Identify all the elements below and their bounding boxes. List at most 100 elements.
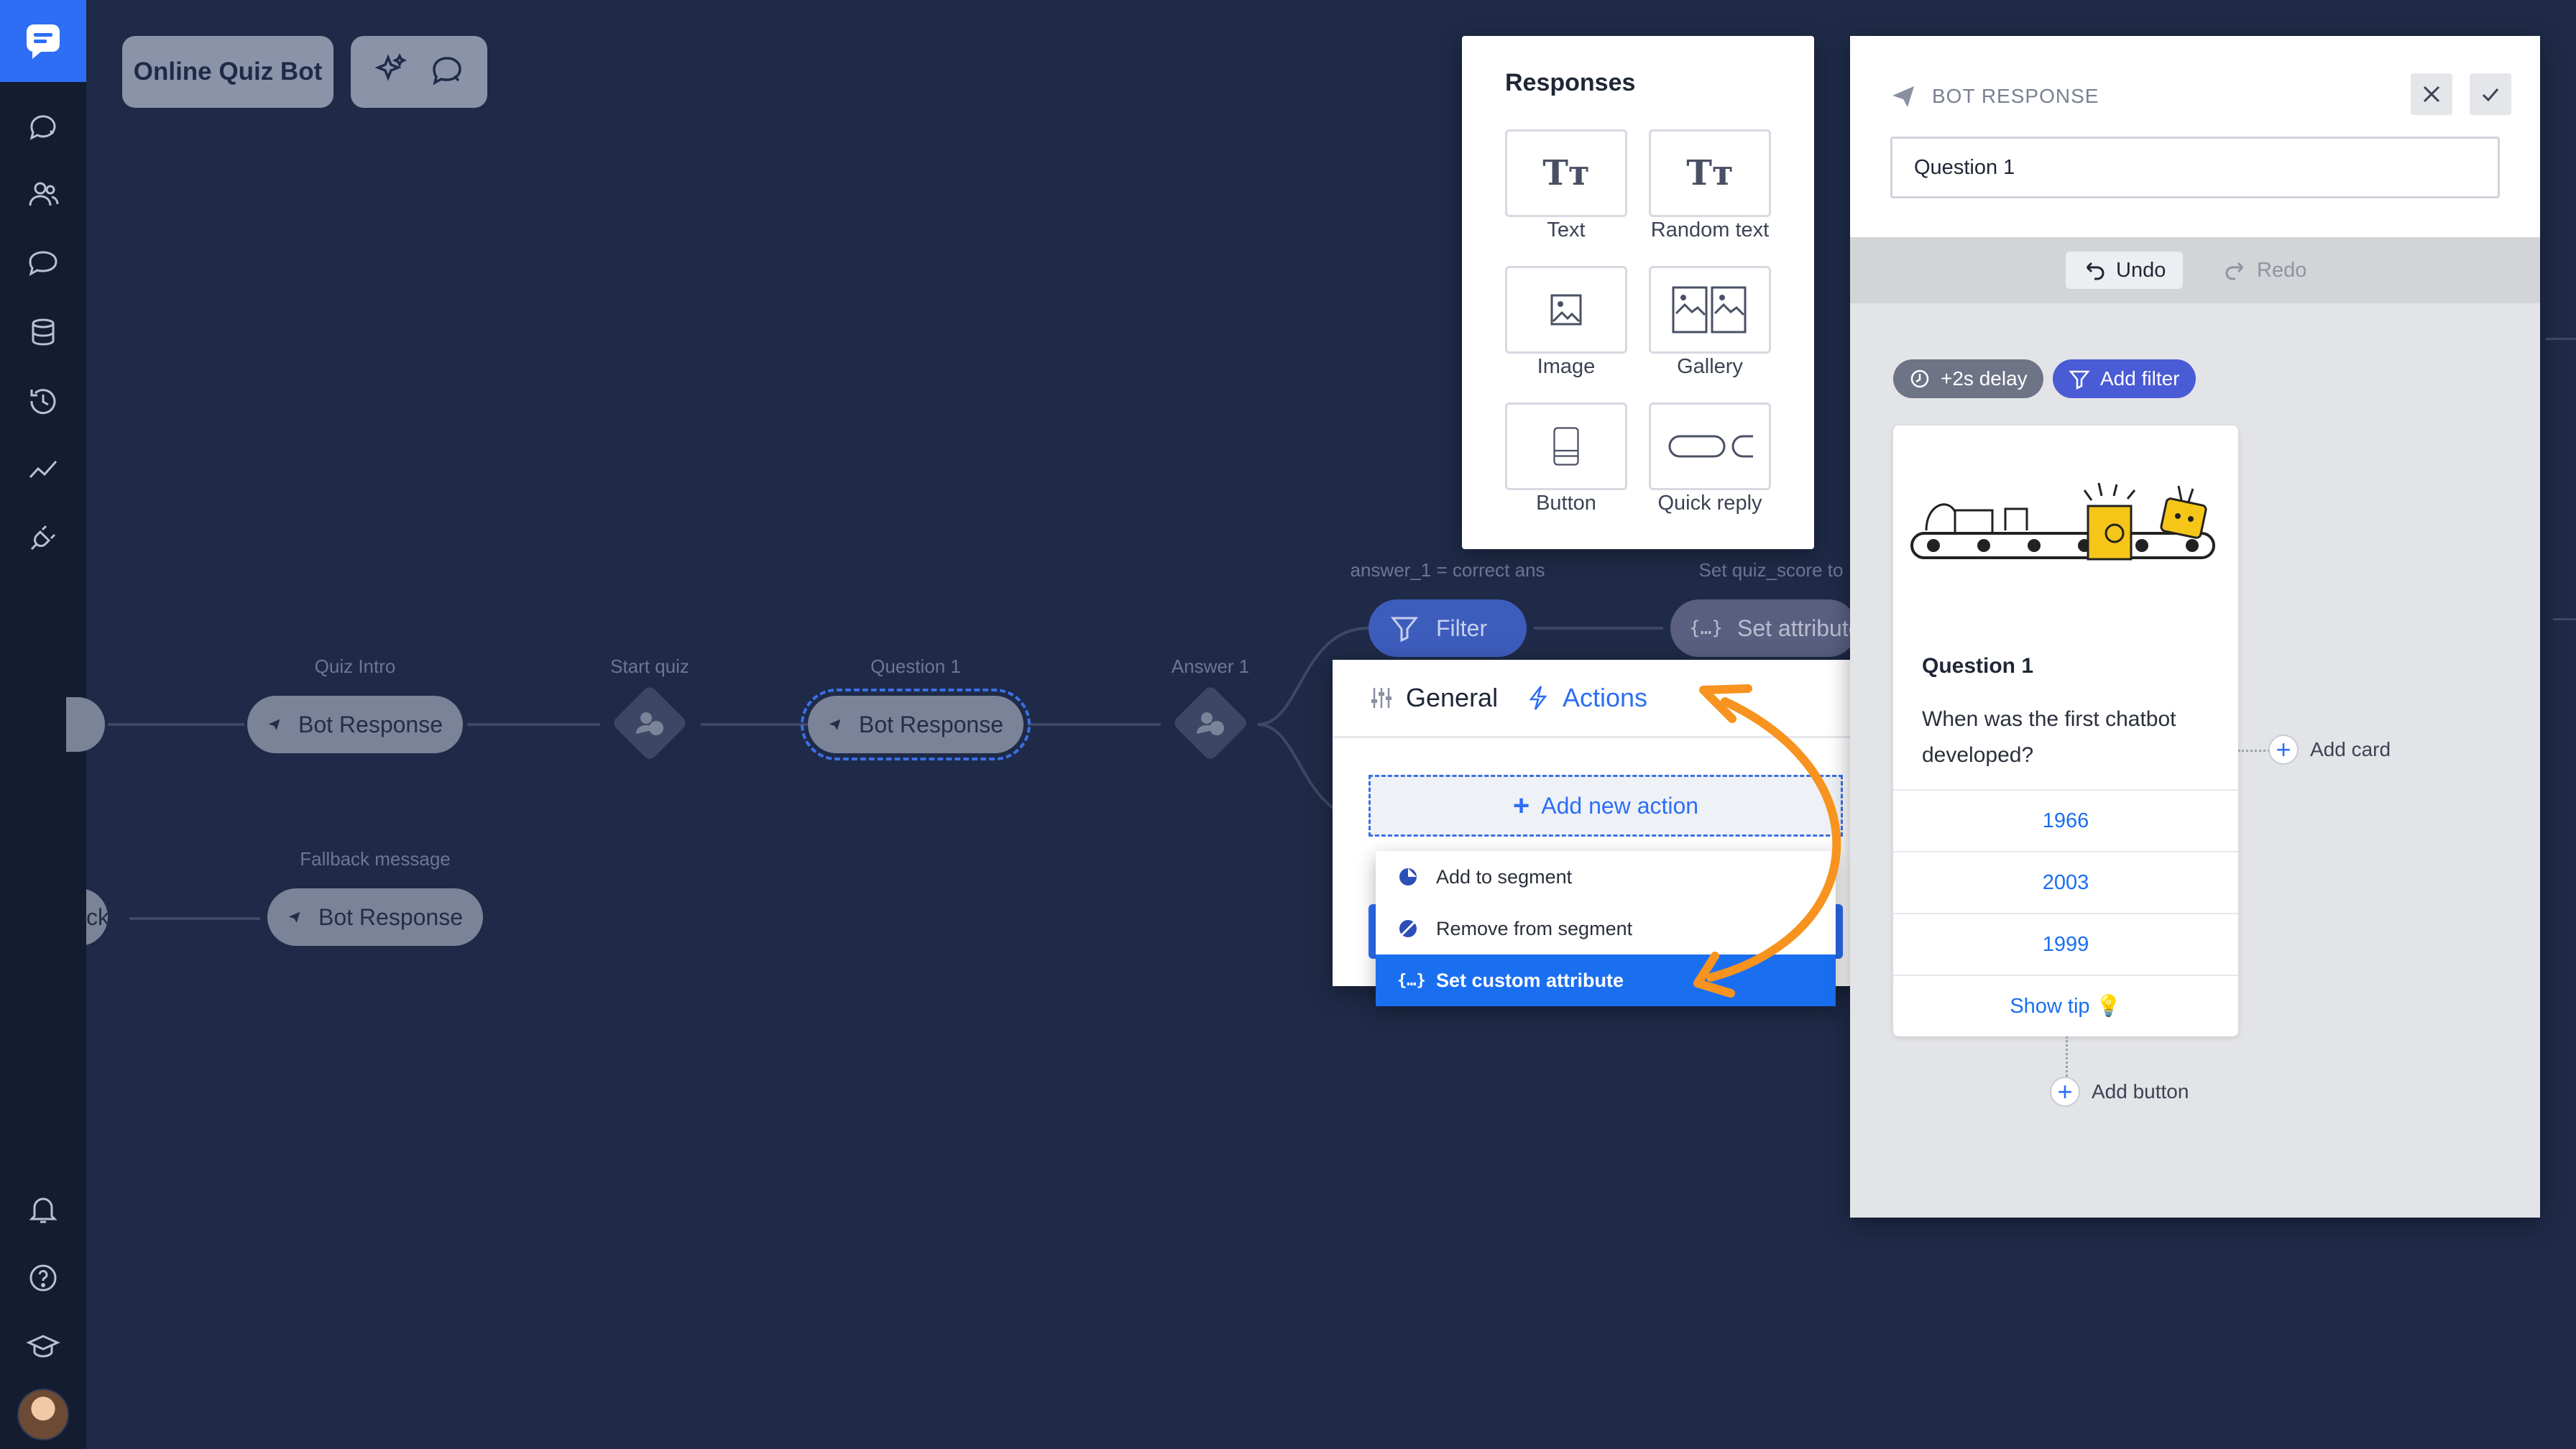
flow-node-filter[interactable]: Filter <box>1368 599 1527 657</box>
menu-item-label: Remove from segment <box>1436 917 1633 939</box>
filter-icon <box>2069 370 2090 390</box>
add-new-action-button[interactable]: + Add new action <box>1368 775 1843 837</box>
response-card[interactable]: Question 1 When was the first chatbot de… <box>1893 426 2238 1036</box>
sparkles-icon[interactable] <box>372 50 410 94</box>
add-button-button[interactable]: + Add button <box>2050 1077 2189 1107</box>
add-card-button[interactable]: + Add card <box>2268 735 2391 765</box>
add-filter-chip[interactable]: Add filter <box>2053 359 2196 398</box>
close-icon <box>2423 86 2440 103</box>
redo-label: Redo <box>2257 258 2307 282</box>
analytics-icon[interactable] <box>22 447 65 490</box>
user-input-icon <box>636 712 663 735</box>
academy-icon[interactable] <box>22 1325 65 1368</box>
card-title: Question 1 <box>1922 654 2034 678</box>
node-label-fallback: Fallback message <box>300 848 451 870</box>
chat-bubble-icon[interactable] <box>22 105 65 148</box>
close-button[interactable] <box>2411 73 2452 115</box>
menu-item-add-to-segment[interactable]: Add to segment <box>1376 851 1836 903</box>
response-tile-quick-reply[interactable] <box>1649 402 1771 490</box>
node-label-quiz-intro: Quiz Intro <box>314 656 396 677</box>
flow-edge <box>2553 618 2576 620</box>
add-action-label: Add new action <box>1541 792 1699 819</box>
button-connector <box>2066 1036 2068 1077</box>
delay-chip[interactable]: +2s delay <box>1893 359 2043 398</box>
database-icon[interactable] <box>22 310 65 354</box>
menu-item-set-custom-attribute[interactable]: {…} Set custom attribute <box>1376 954 1836 1006</box>
tab-general[interactable]: General <box>1368 683 1498 713</box>
menu-item-label: Set custom attribute <box>1436 969 1624 991</box>
menu-item-label: Add to segment <box>1436 865 1573 888</box>
user-avatar[interactable] <box>17 1389 69 1440</box>
flow-node-fallback[interactable]: Bot Response <box>267 888 483 946</box>
response-tile-button[interactable] <box>1505 402 1627 490</box>
flow-node-question-1[interactable]: Bot Response <box>801 689 1031 760</box>
help-icon[interactable] <box>22 1256 65 1300</box>
filter-condition-label: answer_1 = correct ans <box>1350 559 1545 581</box>
history-icon[interactable] <box>22 380 65 423</box>
undo-button[interactable]: Undo <box>2066 252 2184 289</box>
action-dropdown-menu: Add to segment Remove from segment {…} S… <box>1376 851 1836 1006</box>
flow-edge <box>2546 338 2576 340</box>
tile-label: Text <box>1547 218 1586 242</box>
redo-button[interactable]: Redo <box>2207 252 2324 289</box>
chatbot-factory-illustration <box>1910 482 2215 561</box>
menu-item-remove-from-segment[interactable]: Remove from segment <box>1376 903 1836 954</box>
plus-icon: + <box>2268 735 2299 765</box>
text-format-icon: Tт <box>1542 153 1590 193</box>
answer-button[interactable]: 1966 <box>1893 789 2238 851</box>
send-icon <box>1892 86 1914 107</box>
send-icon <box>829 719 841 730</box>
check-icon <box>2482 88 2499 102</box>
send-icon <box>288 911 300 923</box>
undo-redo-bar: Undo Redo <box>1850 237 2540 303</box>
show-tip-button[interactable]: Show tip 💡 <box>1893 975 2238 1036</box>
send-icon <box>268 719 280 730</box>
response-tile-gallery[interactable] <box>1649 266 1771 354</box>
response-tile-image[interactable] <box>1505 266 1627 354</box>
block-name-input[interactable] <box>1890 137 2500 198</box>
flow-edge <box>108 723 244 726</box>
response-tile-random-text[interactable]: Tт <box>1649 129 1771 217</box>
speech-bubbles-icon[interactable] <box>22 242 65 285</box>
flow-node-set-attribute[interactable]: {…} Set attribute <box>1670 599 1857 657</box>
plus-icon: + <box>1512 789 1530 822</box>
answer-label: 2003 <box>2042 870 2089 894</box>
answer-label: 1966 <box>2042 809 2089 832</box>
app-logo-icon[interactable] <box>0 0 86 82</box>
tab-actions[interactable]: Actions <box>1525 683 1647 713</box>
sliders-icon <box>1371 688 1392 708</box>
node-title: Filter <box>1436 615 1488 641</box>
bot-name-button[interactable]: Online Quiz Bot <box>122 36 334 108</box>
add-card-label: Add card <box>2310 738 2391 760</box>
plug-icon[interactable] <box>22 516 65 559</box>
answer-button[interactable]: 2003 <box>1893 851 2238 913</box>
card-text: When was the first chatbot developed? <box>1922 707 2176 767</box>
node-title: Bot Response <box>298 711 443 737</box>
bot-name-label: Online Quiz Bot <box>133 58 323 86</box>
clock-icon <box>1910 369 1929 388</box>
braces-icon: {…} <box>1689 617 1723 639</box>
flow-node-cut[interactable] <box>66 697 105 752</box>
tile-label: Image <box>1537 355 1596 378</box>
flow-node-quiz-intro[interactable]: Bot Response <box>247 696 463 753</box>
bell-icon[interactable] <box>22 1187 65 1230</box>
braces-icon: {…} <box>1397 971 1426 990</box>
filter-label: Add filter <box>2100 367 2180 390</box>
node-title: Bot Response <box>318 903 463 930</box>
attr-label: Set quiz_score to <box>1698 559 1844 581</box>
quick-reply-icon <box>1668 435 1753 458</box>
node-label-start-quiz: Start quiz <box>610 656 689 677</box>
answer-button[interactable]: 1999 <box>1893 913 2238 975</box>
header-label: BOT RESPONSE <box>1932 85 2099 107</box>
tab-divider <box>1333 736 1879 738</box>
test-chat-icon[interactable] <box>428 50 466 94</box>
node-label-answer-1: Answer 1 <box>1171 656 1250 677</box>
lightning-icon <box>1529 686 1547 710</box>
button-icon <box>1553 427 1579 466</box>
tab-label: General <box>1406 683 1499 712</box>
users-icon[interactable] <box>22 172 65 216</box>
response-tile-text[interactable]: Tт <box>1505 129 1627 217</box>
delay-label: +2s delay <box>1941 367 2028 390</box>
node-title: Bot Response <box>858 711 1003 737</box>
confirm-button[interactable] <box>2470 73 2511 115</box>
